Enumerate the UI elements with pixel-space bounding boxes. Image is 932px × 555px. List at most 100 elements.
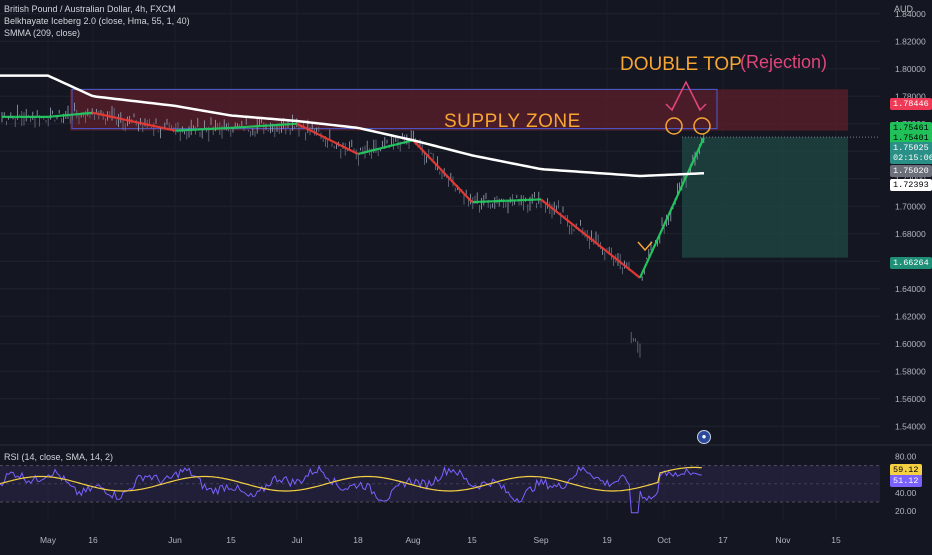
hma-segment	[541, 199, 543, 201]
rsi-tick-label: 80.00	[895, 452, 917, 462]
hma-segment	[462, 191, 464, 193]
hma-segment	[389, 146, 391, 147]
hma-segment	[319, 135, 321, 136]
symbol-title: British Pound / Australian Dollar, 4h, F…	[4, 4, 176, 14]
hma-segment	[396, 144, 398, 145]
hma-segment	[334, 142, 336, 143]
hma-segment	[559, 213, 561, 215]
indicator-smma: SMMA (209, close)	[4, 28, 80, 38]
indicator-iceberg: Belkhayate Iceberg 2.0 (close, Hma, 55, …	[4, 16, 190, 26]
x-tick-label: Oct	[657, 535, 671, 545]
hma-segment	[378, 148, 380, 149]
x-tick-label: Jul	[292, 535, 303, 545]
hma-segment	[605, 250, 607, 252]
hma-segment	[545, 203, 547, 205]
y-tick-label: 1.70000	[895, 201, 926, 211]
hma-segment	[345, 148, 347, 149]
hma-segment	[572, 224, 574, 226]
entry-price: 1.75020	[890, 165, 932, 177]
hma-segment	[675, 196, 677, 201]
hma-segment	[631, 271, 633, 273]
hma-segment	[330, 140, 332, 141]
hma-segment	[387, 146, 389, 147]
x-tick-label: Nov	[775, 535, 791, 545]
rsi-tick-label: 40.00	[895, 488, 917, 498]
hma-segment	[347, 149, 349, 150]
hma-segment	[603, 248, 605, 250]
rejection-label: (Rejection)	[740, 52, 827, 73]
hma-segment	[581, 231, 583, 233]
hma-segment	[548, 205, 550, 207]
x-tick-label: Sep	[533, 535, 548, 545]
hma-segment	[339, 144, 341, 145]
hma-segment	[620, 262, 622, 264]
hma-segment	[336, 143, 338, 144]
x-tick-label: 15	[831, 535, 841, 545]
hma-segment	[372, 150, 374, 151]
bottom-marker	[638, 242, 652, 250]
hma-segment	[376, 149, 378, 150]
hma-segment	[552, 208, 554, 210]
hma-segment	[306, 128, 308, 129]
countdown: 02:15:06	[890, 152, 932, 164]
zone-top-price: 1.78446	[890, 98, 932, 110]
hma-segment	[317, 133, 319, 134]
y-tick-label: 1.62000	[895, 311, 926, 321]
hma-segment	[629, 269, 631, 271]
y-tick-label: 1.80000	[895, 64, 926, 74]
hma-segment	[328, 139, 330, 140]
hma-segment	[455, 185, 457, 187]
hma-segment	[636, 274, 638, 276]
hma-segment	[383, 147, 385, 148]
hma-segment	[618, 260, 620, 262]
x-tick-label: Jun	[168, 535, 182, 545]
hma-segment	[358, 153, 360, 154]
hma-segment	[398, 143, 400, 144]
y-tick-label: 1.54000	[895, 421, 926, 431]
hma-segment	[321, 136, 323, 137]
hma-segment	[363, 152, 365, 153]
hma-segment	[400, 143, 402, 144]
hma-segment	[354, 152, 356, 153]
hma-segment	[323, 137, 325, 138]
hma-segment	[391, 145, 393, 146]
chart-stage[interactable]: 1.840001.820001.800001.780001.760001.740…	[0, 0, 932, 550]
hma-segment	[374, 150, 376, 151]
hma-segment	[647, 258, 649, 263]
double-top-label: DOUBLE TOP	[620, 54, 742, 76]
hma-segment	[314, 132, 316, 133]
hma-segment	[563, 217, 565, 219]
hma-segment	[303, 127, 305, 128]
hma-segment	[380, 148, 382, 149]
hma-segment	[600, 246, 602, 248]
chart-svg[interactable]: 1.840001.820001.800001.780001.760001.740…	[0, 0, 932, 550]
hma-segment	[308, 129, 310, 130]
hma-segment	[565, 219, 567, 221]
hma-segment	[440, 168, 442, 170]
rsi-label: RSI (14, close, SMA, 14, 2)	[4, 452, 113, 462]
hma-segment	[471, 201, 473, 202]
calendar-icon[interactable]: ●	[697, 430, 711, 444]
hma-segment	[367, 151, 369, 152]
hma-segment	[341, 145, 343, 146]
smma-price: 1.72393	[890, 179, 932, 191]
hma-segment	[607, 252, 609, 254]
y-tick-label: 1.58000	[895, 366, 926, 376]
x-tick-label: Aug	[405, 535, 420, 545]
hma-segment	[301, 126, 303, 127]
hma-segment	[433, 161, 435, 163]
y-tick-label: 1.68000	[895, 229, 926, 239]
hma-segment	[350, 150, 352, 151]
x-tick-label: 19	[602, 535, 612, 545]
hma-segment	[407, 141, 409, 142]
y-tick-label: 1.82000	[895, 36, 926, 46]
hma-segment	[673, 201, 675, 206]
hma-segment	[567, 220, 569, 222]
x-tick-label: 15	[226, 535, 236, 545]
hma-segment	[589, 238, 591, 240]
hma-segment	[644, 263, 646, 268]
hma-segment	[614, 257, 616, 259]
hma-segment	[583, 232, 585, 234]
hma-segment	[310, 130, 312, 131]
hma-segment	[394, 145, 396, 146]
